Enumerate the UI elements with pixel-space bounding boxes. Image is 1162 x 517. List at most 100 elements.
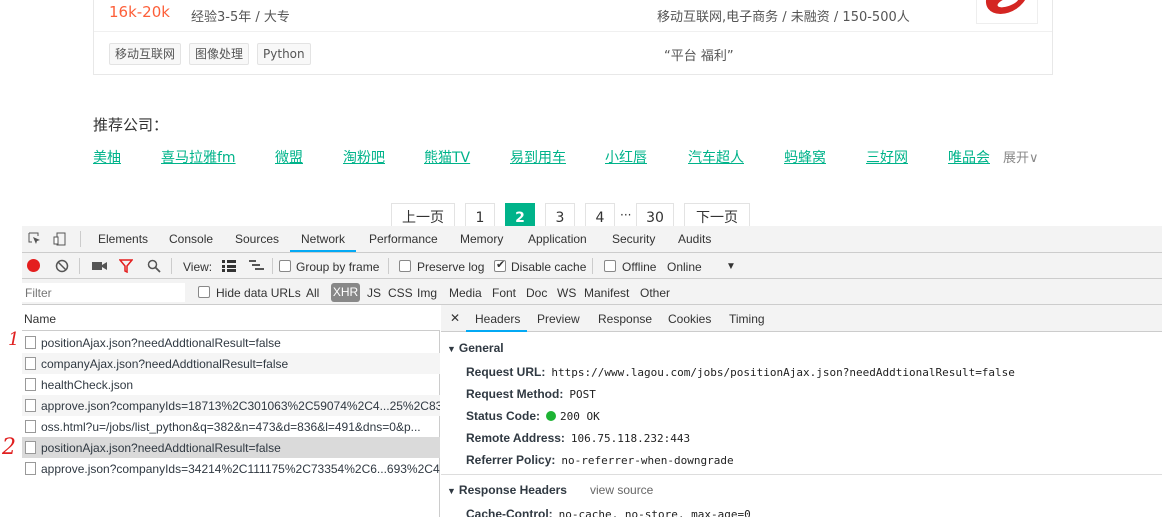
request-row[interactable]: approve.json?companyIds=18713%2C301063%2… — [22, 395, 440, 416]
request-url-label: Request URL: — [466, 365, 546, 379]
list-header[interactable]: Name — [22, 305, 440, 331]
request-checkbox — [25, 378, 36, 391]
clear-icon[interactable] — [55, 259, 69, 276]
filter-type-css[interactable]: CSS — [388, 286, 413, 300]
tab-response[interactable]: Response — [598, 312, 652, 326]
view-source-link[interactable]: view source — [590, 483, 653, 497]
job-tag[interactable]: Python — [257, 43, 311, 65]
filter-input[interactable] — [22, 283, 185, 302]
filter-type-doc[interactable]: Doc — [526, 286, 547, 300]
recommend-title: 推荐公司： — [93, 116, 169, 134]
tab-security[interactable]: Security — [612, 232, 655, 246]
general-title: General — [458, 341, 504, 355]
tab-sources[interactable]: Sources — [235, 232, 279, 246]
screenshot: 16k-20k 经验3-5年 / 大专 移动互联网,电子商务 / 未融资 / 1… — [0, 0, 1162, 517]
request-row[interactable]: positionAjax.json?needAddtionalResult=fa… — [22, 332, 440, 353]
inspect-element-icon[interactable] — [28, 232, 42, 249]
filter-type-manifest[interactable]: Manifest — [584, 286, 629, 300]
divider — [94, 31, 1052, 32]
filter-type-js[interactable]: JS — [367, 286, 381, 300]
request-row[interactable]: oss.html?u=/jobs/list_python&q=382&n=473… — [22, 416, 440, 437]
tab-audits[interactable]: Audits — [678, 232, 711, 246]
waterfall-icon[interactable] — [249, 260, 264, 275]
request-name: positionAjax.json?needAddtionalResult=fa… — [41, 441, 281, 455]
recommend-company-link[interactable]: 三好网 — [866, 147, 908, 167]
request-checkbox — [25, 357, 36, 370]
offline-label: Offline — [622, 260, 657, 274]
request-name: companyAjax.json?needAddtionalResult=fal… — [41, 357, 289, 371]
job-tag[interactable]: 移动互联网 — [109, 43, 182, 65]
request-name: approve.json?companyIds=18713%2C301063%2… — [41, 399, 440, 413]
devtools-panel: Elements Console Sources Network Perform… — [22, 226, 1162, 517]
filter-bar: Hide data URLs All XHR JS CSS Img Media … — [22, 279, 1162, 305]
tab-preview[interactable]: Preview — [537, 312, 580, 326]
throttle-select[interactable]: Online — [667, 260, 702, 274]
offline-checkbox[interactable] — [604, 260, 616, 272]
filter-type-font[interactable]: Font — [492, 286, 516, 300]
close-icon[interactable]: ✕ — [450, 311, 460, 325]
recommend-company-link[interactable]: 微盟 — [275, 147, 303, 167]
job-tag[interactable]: 图像处理 — [189, 43, 250, 65]
triangle-down-icon: ▼ — [447, 486, 456, 496]
group-by-frame-checkbox[interactable] — [279, 260, 291, 272]
request-row[interactable]: healthCheck.json — [22, 374, 440, 395]
video-camera-icon[interactable] — [92, 260, 107, 275]
active-tab-indicator — [466, 330, 527, 332]
filter-type-img[interactable]: Img — [417, 286, 437, 300]
divider — [592, 258, 593, 274]
divider — [171, 258, 172, 274]
filter-type-all[interactable]: All — [306, 286, 319, 300]
disable-cache-checkbox[interactable] — [494, 258, 506, 272]
response-headers-section-header[interactable]: ▼ Response Headers — [447, 483, 567, 497]
request-row-selected[interactable]: positionAjax.json?needAddtionalResult=fa… — [22, 437, 440, 458]
filter-type-media[interactable]: Media — [449, 286, 482, 300]
tab-performance[interactable]: Performance — [369, 232, 438, 246]
tab-memory[interactable]: Memory — [460, 232, 503, 246]
cache-control-label: Cache-Control: — [466, 507, 553, 517]
recommend-company-link[interactable]: 汽车超人 — [688, 147, 744, 167]
device-toolbar-icon[interactable] — [53, 232, 67, 249]
filter-type-xhr[interactable]: XHR — [331, 283, 360, 302]
hide-data-urls-label: Hide data URLs — [216, 286, 301, 300]
filter-icon[interactable] — [118, 259, 134, 276]
chevron-down-icon[interactable]: ▼ — [726, 261, 736, 272]
request-row[interactable]: companyAjax.json?needAddtionalResult=fal… — [22, 353, 440, 374]
request-method-value: POST — [569, 388, 596, 401]
recommend-company-link[interactable]: 淘粉吧 — [343, 147, 385, 167]
recommend-company-link[interactable]: 小红唇 — [605, 147, 647, 167]
request-row[interactable]: approve.json?companyIds=34214%2C111175%2… — [22, 458, 440, 479]
hide-data-urls-checkbox[interactable] — [198, 286, 210, 298]
tab-application[interactable]: Application — [528, 232, 587, 246]
name-column-header: Name — [24, 312, 57, 326]
request-checkbox — [25, 462, 36, 475]
recommend-company-link[interactable]: 唯品会 — [948, 147, 990, 167]
request-list: Name positionAjax.json?needAddtionalResu… — [22, 305, 440, 517]
recommend-company-link[interactable]: 熊猫TV — [424, 147, 470, 167]
job-card[interactable]: 16k-20k 经验3-5年 / 大专 移动互联网,电子商务 / 未融资 / 1… — [93, 0, 1053, 75]
divider — [441, 474, 1162, 475]
expand-more-button[interactable]: 展开∨ — [1003, 147, 1039, 166]
filter-type-ws[interactable]: WS — [557, 286, 576, 300]
view-label: View: — [183, 260, 213, 274]
preserve-log-checkbox[interactable] — [399, 260, 411, 272]
tab-elements[interactable]: Elements — [98, 232, 148, 246]
search-icon[interactable] — [147, 259, 161, 276]
tab-cookies[interactable]: Cookies — [668, 312, 711, 326]
tab-timing[interactable]: Timing — [729, 312, 765, 326]
tab-network[interactable]: Network — [301, 232, 345, 246]
tab-headers[interactable]: Headers — [475, 312, 520, 326]
general-section-header[interactable]: ▼ General — [447, 341, 504, 355]
record-icon[interactable] — [27, 259, 40, 272]
request-checkbox — [25, 441, 36, 454]
tab-console[interactable]: Console — [169, 232, 213, 246]
status-code-label: Status Code: — [466, 409, 541, 423]
recommend-company-link[interactable]: 喜马拉雅fm — [161, 147, 236, 167]
company-logo-icon[interactable] — [976, 0, 1038, 24]
recommend-company-link[interactable]: 美柚 — [93, 147, 121, 167]
recommend-company-link[interactable]: 易到用车 — [510, 147, 566, 167]
remote-address-label: Remote Address: — [466, 431, 565, 445]
filter-type-other[interactable]: Other — [640, 286, 670, 300]
recommend-company-link[interactable]: 蚂蜂窝 — [784, 147, 826, 167]
preserve-log-label: Preserve log — [417, 260, 485, 274]
large-rows-icon[interactable] — [222, 260, 236, 275]
